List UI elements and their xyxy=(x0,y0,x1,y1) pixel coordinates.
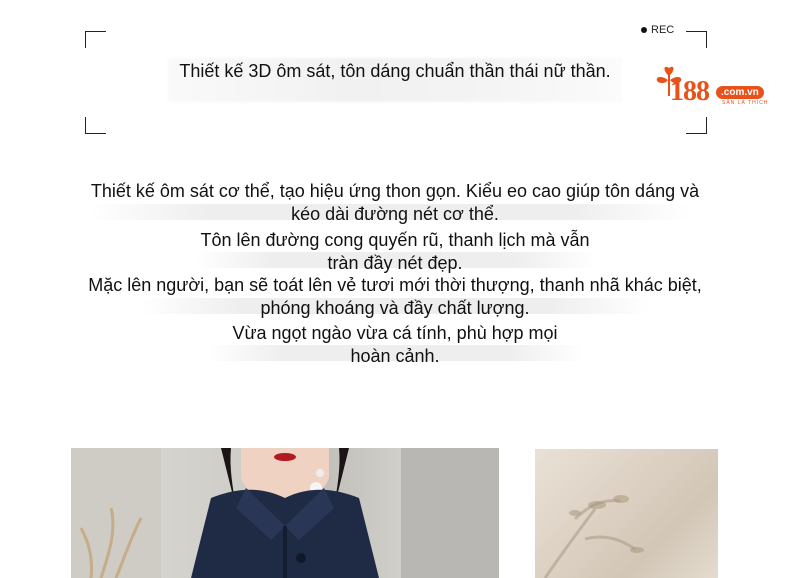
paragraph-1: Thiết kế ôm sát cơ thể, tạo hiệu ứng tho… xyxy=(0,180,790,226)
paragraph-4-line-2: hoàn cảnh. xyxy=(350,346,440,366)
frame-corner-top-right xyxy=(686,31,707,48)
rec-label: REC xyxy=(651,24,675,36)
dried-flowers-illustration xyxy=(543,495,644,578)
frame-corner-bottom-right xyxy=(686,117,707,134)
paragraph-2-line-1: Tôn lên đường cong quyến rũ, thanh lịch … xyxy=(200,230,590,250)
model-illustration xyxy=(71,448,499,578)
paragraph-3-line-2: phóng khoáng và đầy chất lượng. xyxy=(260,298,530,318)
rec-dot-icon xyxy=(641,27,647,33)
frame-corner-top-left xyxy=(85,31,106,48)
paragraph-4: Vừa ngọt ngào vừa cá tính, phù hợp mọi h… xyxy=(0,322,790,368)
logo-number: 188 xyxy=(670,76,710,107)
logo-domain: .com.vn xyxy=(716,86,764,99)
paragraph-4-line-1: Vừa ngọt ngào vừa cá tính, phù hợp mọi xyxy=(232,323,558,343)
model-photo xyxy=(71,448,499,578)
paragraph-2-line-2: tràn đầy nét đẹp. xyxy=(327,253,463,273)
paragraph-1-line-2: kéo dài đường nét cơ thể. xyxy=(291,204,499,224)
paragraph-1-line-1: Thiết kế ôm sát cơ thể, tạo hiệu ứng tho… xyxy=(90,181,700,201)
paragraph-3: Mặc lên người, bạn sẽ toát lên vẻ tươi m… xyxy=(0,274,790,320)
paragraph-2: Tôn lên đường cong quyến rũ, thanh lịch … xyxy=(0,229,790,275)
frame-corner-bottom-left xyxy=(85,117,106,134)
paragraph-3-line-1: Mặc lên người, bạn sẽ toát lên vẻ tươi m… xyxy=(88,275,702,295)
brand-logo[interactable]: 188 .com.vn SĂN LÀ THÍCH xyxy=(650,62,775,110)
logo-tagline: SĂN LÀ THÍCH xyxy=(722,100,769,106)
rec-indicator: REC xyxy=(641,24,674,36)
headline: Thiết kế 3D ôm sát, tôn dáng chuẩn thần … xyxy=(179,61,611,81)
decor-photo xyxy=(535,449,718,578)
